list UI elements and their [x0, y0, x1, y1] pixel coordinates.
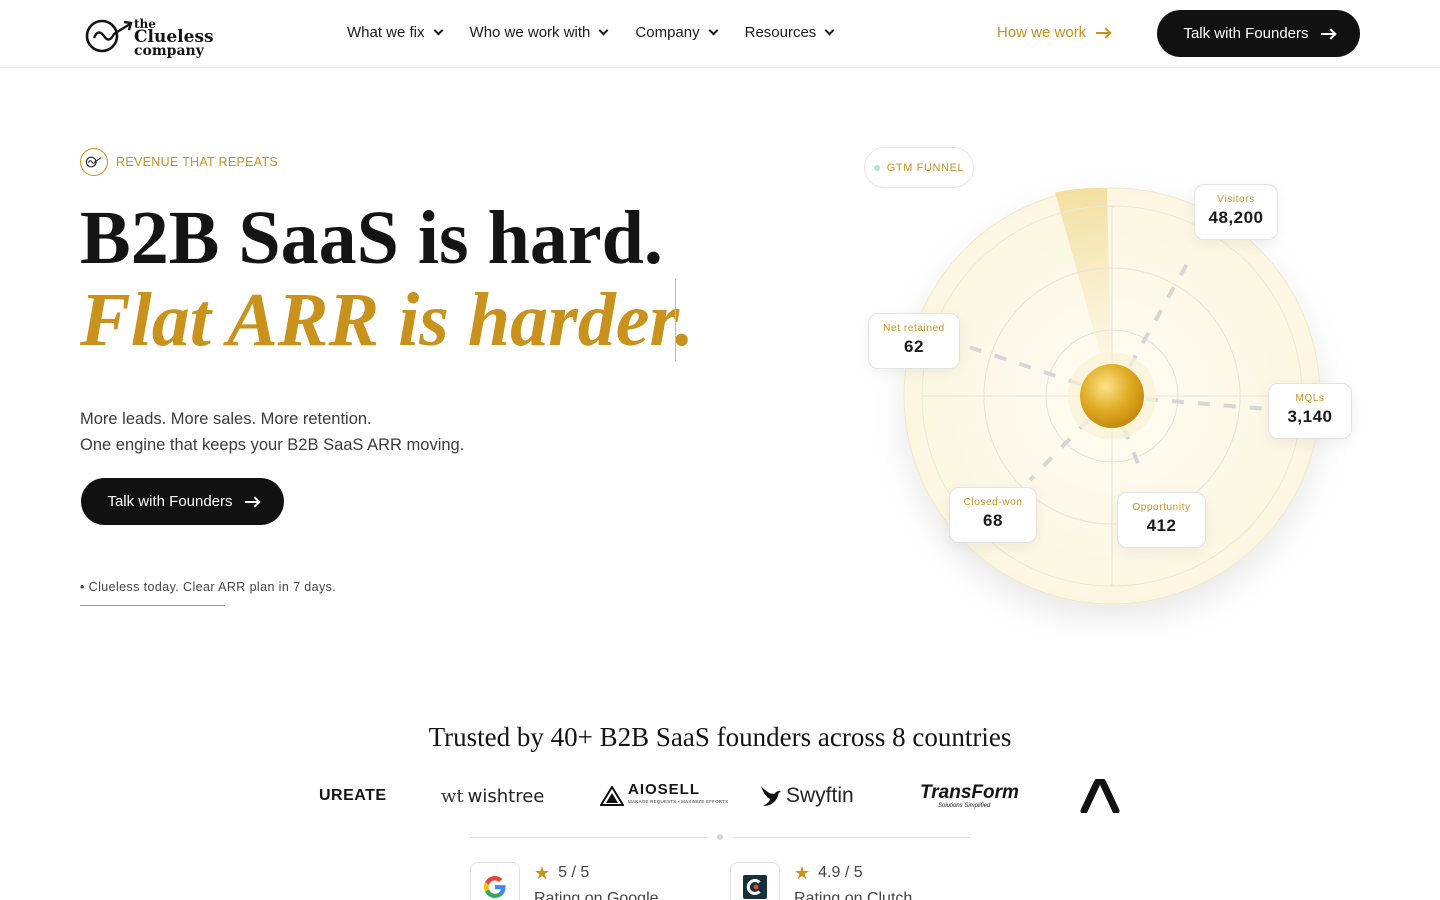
status-dot — [873, 164, 880, 171]
swyftin-bird-icon — [761, 786, 781, 806]
divider-dot — [717, 834, 723, 840]
a-mark-icon — [1080, 779, 1120, 813]
logo-wordmark: the Clueless company — [134, 17, 214, 59]
clutch-rating: ★ 4.9 / 5 Rating on Clutch — [730, 862, 912, 900]
typing-cursor — [675, 279, 676, 361]
rating-info: ★ 4.9 / 5 Rating on Clutch — [794, 862, 912, 900]
talk-with-founders-nav-button[interactable]: Talk with Founders — [1157, 10, 1360, 57]
google-rating: ★ 5 / 5 Rating on Google — [470, 862, 659, 900]
logo-mark-icon — [80, 148, 108, 176]
rating-score: ★ 5 / 5 — [534, 863, 590, 883]
arrow-right-icon — [1320, 32, 1334, 35]
top-navigation: the Clueless company What we fix Who we … — [0, 0, 1440, 68]
gtm-funnel-badge: GTM FUNNEL — [864, 147, 974, 188]
rating-label: Rating on Clutch — [794, 890, 913, 900]
chevron-down-icon — [708, 25, 719, 36]
subheading-line-2: One engine that keeps your B2B SaaS ARR … — [80, 436, 465, 454]
company-logo[interactable]: the Clueless company — [84, 14, 214, 58]
client-logo-transform: TransForm Solutions Simplified — [920, 781, 1019, 809]
aiosell-mark-icon — [600, 786, 624, 806]
hero-eyebrow: REVENUE THAT REPEATS — [80, 148, 278, 176]
aiosell-wordmark: AIOSELL MANAGE REQUESTS • MAXIMIZE EFFOR… — [628, 781, 729, 804]
divider-left — [470, 837, 708, 838]
chevron-down-icon — [433, 25, 443, 36]
star-icon: ★ — [794, 863, 811, 883]
client-logo-wishtree: wt wishtree — [441, 785, 545, 807]
menu-resources[interactable]: Resources — [745, 24, 835, 41]
google-icon — [470, 862, 520, 900]
logo-mark-icon — [85, 19, 133, 53]
wishtree-mark-icon: wt — [441, 785, 464, 807]
chevron-down-icon — [598, 25, 609, 36]
arrow-right-icon — [244, 500, 258, 503]
rating-score: ★ 4.9 / 5 — [794, 863, 863, 883]
subheading-line-1: More leads. More sales. More retention. — [80, 410, 372, 428]
hero-headline-accent: Flat ARR is harder. — [80, 278, 694, 362]
client-logos: UREATE wt wishtree AIOSELL MANAGE REQUES… — [0, 776, 1440, 816]
note-underline — [80, 605, 225, 606]
trust-heading: Trusted by 40+ B2B SaaS founders across … — [428, 722, 1012, 752]
menu-company[interactable]: Company — [635, 24, 719, 41]
talk-with-founders-hero-button[interactable]: Talk with Founders — [81, 478, 284, 525]
star-icon: ★ — [534, 863, 551, 883]
visitors-card: Visitors 48,200 — [1194, 184, 1278, 240]
rating-info: ★ 5 / 5 Rating on Google — [534, 862, 659, 900]
how-we-work-link[interactable]: How we work — [997, 24, 1110, 41]
opportunity-card: Opportunity 412 — [1117, 492, 1206, 548]
clutch-icon — [730, 862, 780, 900]
eyebrow-label: REVENUE THAT REPEATS — [116, 155, 279, 169]
net-retained-card: Net retained 62 — [868, 313, 960, 369]
client-logo-a-mark — [1080, 776, 1120, 816]
hero-subheading: More leads. More sales. More retention. … — [80, 406, 464, 458]
client-logo-ureate: UREATE — [319, 787, 387, 804]
closed-won-card: Closed-won 68 — [949, 487, 1037, 543]
menu-what-we-fix[interactable]: What we fix — [347, 24, 443, 41]
radar-core — [1080, 364, 1144, 428]
main-menu: What we fix Who we work with Company Res… — [347, 24, 835, 41]
hero-note: • Clueless today. Clear ARR plan in 7 da… — [80, 580, 337, 594]
mqls-card: MQLs 3,140 — [1268, 383, 1352, 439]
hero-headline: B2B SaaS is hard. — [80, 196, 663, 280]
client-logo-swyftin: Swyftin — [760, 776, 854, 816]
menu-who-we-work-with[interactable]: Who we work with — [470, 24, 609, 41]
rating-label: Rating on Google — [534, 890, 659, 900]
arrow-right-icon — [1096, 31, 1110, 34]
divider-right — [733, 837, 970, 838]
client-logo-aiosell: AIOSELL MANAGE REQUESTS • MAXIMIZE EFFOR… — [600, 776, 728, 816]
chevron-down-icon — [824, 25, 835, 36]
